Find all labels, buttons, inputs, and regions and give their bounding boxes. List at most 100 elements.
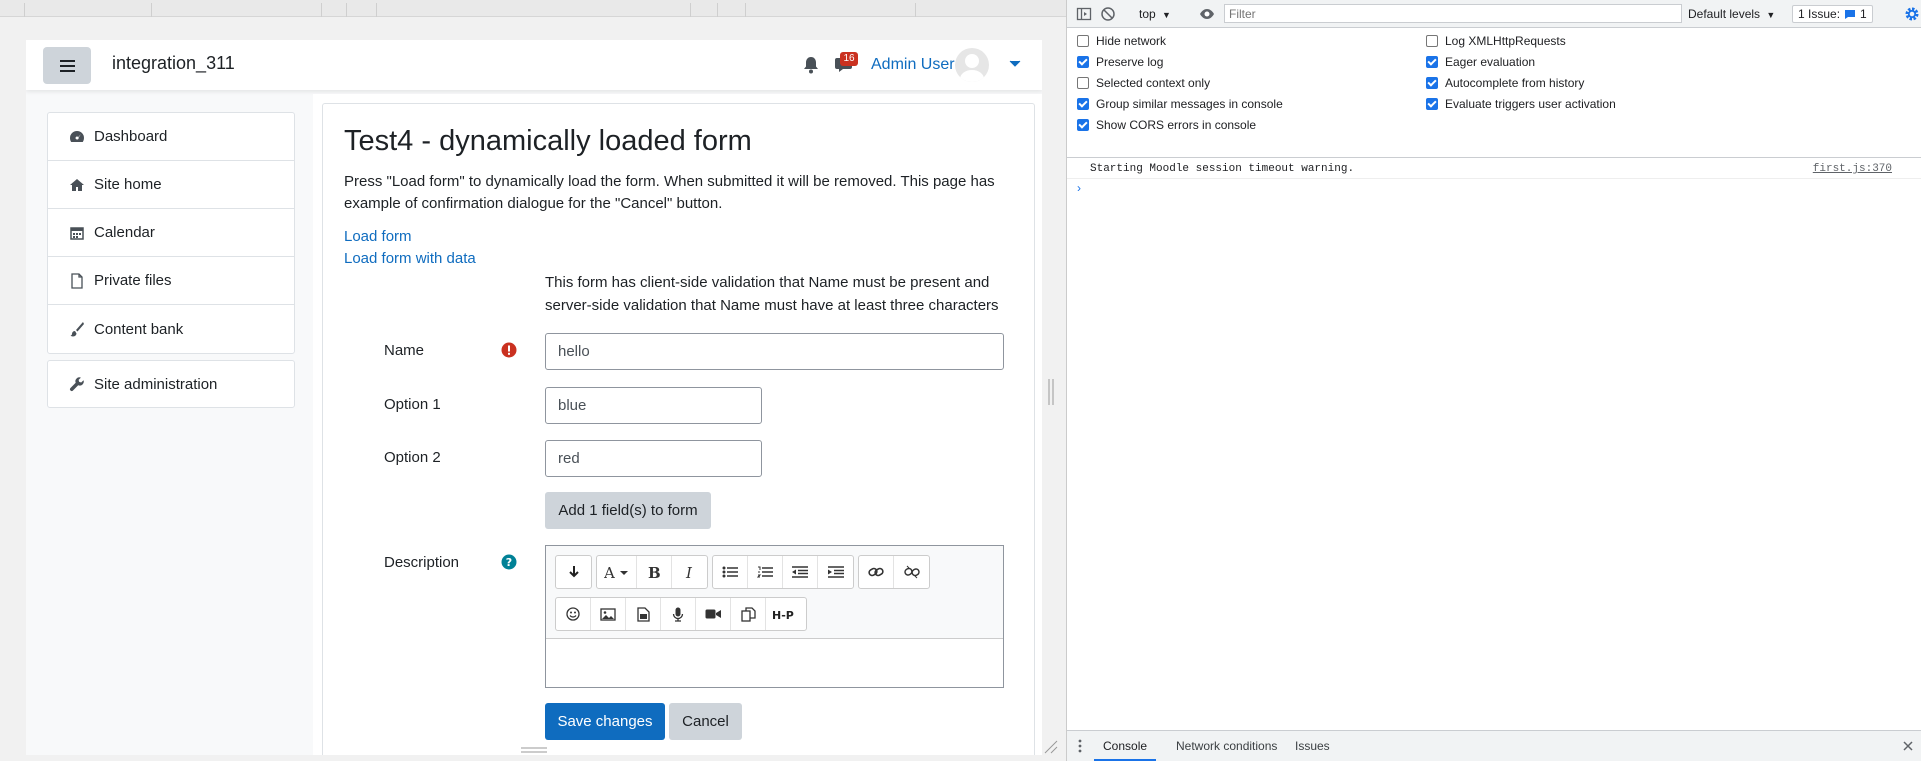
load-form-link[interactable]: Load form [344,228,412,245]
option2-input[interactable] [545,440,762,477]
navbar: integration_311 16 Admin User [26,40,1042,90]
checkbox-checked-icon[interactable] [1426,98,1438,110]
console-prompt[interactable]: › [1077,181,1081,195]
tab-console[interactable]: Console [1094,731,1157,761]
nav-item-site-home[interactable]: Site home [48,161,294,209]
region-main: Test4 - dynamically loaded form Press "L… [322,103,1035,755]
setting-evaluate-triggers[interactable]: Evaluate triggers user activation [1426,95,1616,113]
clear-console-icon[interactable] [1100,6,1116,22]
setting-hide-network[interactable]: Hide network [1077,32,1166,50]
wrench-icon [69,377,84,392]
manage-files-button[interactable] [731,598,766,630]
nav-item-private-files[interactable]: Private files [48,257,294,305]
checkbox-checked-icon[interactable] [1426,56,1438,68]
toolbar-group [712,555,854,589]
option1-input[interactable] [545,387,762,424]
dropdown-arrow-icon: ▼ [1766,10,1776,20]
bell-icon[interactable] [800,54,822,76]
nav-group-admin: Site administration [47,360,295,408]
checkbox-checked-icon[interactable] [1077,119,1089,131]
context-selector[interactable]: top ▼ [1139,7,1171,21]
gear-icon[interactable] [1904,6,1920,22]
nav-item-dashboard[interactable]: Dashboard [48,113,294,161]
corner-resize-icon[interactable] [1044,740,1058,754]
setting-autocomplete[interactable]: Autocomplete from history [1426,74,1584,92]
file-icon [71,272,83,289]
tab-network-conditions[interactable]: Network conditions [1167,731,1286,761]
checkbox-checked-icon[interactable] [1077,56,1089,68]
record-video-button[interactable] [696,598,731,630]
user-menu-name[interactable]: Admin User [871,56,955,74]
nav-item-label: Private files [94,272,172,289]
setting-group-similar[interactable]: Group similar messages in console [1077,95,1283,113]
checkbox-icon[interactable] [1077,35,1089,47]
media-file-button[interactable] [626,598,661,630]
chevron-down-icon[interactable] [1009,60,1021,68]
indent-button[interactable] [818,556,853,588]
splitter-grip-icon[interactable] [1048,379,1054,405]
name-input[interactable] [545,333,1004,370]
page-title: Test4 - dynamically loaded form [344,125,752,157]
editor-content-area[interactable] [546,638,1003,687]
drawer-toggle-button[interactable] [43,47,91,84]
nav-item-site-administration[interactable]: Site administration [48,361,294,407]
issues-button[interactable]: 1 Issue: 1 [1792,5,1873,23]
help-icon[interactable]: ? [501,554,517,570]
log-levels-dropdown[interactable]: Default levels ▼ [1688,7,1775,21]
font-style-button[interactable]: A [597,556,637,588]
description-editor: A B I H-P [545,545,1004,688]
load-form-with-data-link[interactable]: Load form with data [344,250,476,267]
checkbox-icon[interactable] [1077,77,1089,89]
save-button[interactable]: Save changes [545,703,665,740]
page-intro: Press "Load form" to dynamically load th… [344,173,995,212]
setting-log-xhr[interactable]: Log XMLHttpRequests [1426,32,1566,50]
paintbrush-icon [70,322,84,337]
bullet-list-button[interactable] [713,556,748,588]
outdent-button[interactable] [783,556,818,588]
unlink-button[interactable] [894,556,929,588]
toolbar-group: H-P [555,597,807,631]
console-source-link[interactable]: first.js:370 [1813,163,1892,175]
emoji-icon [566,607,580,621]
avatar[interactable] [955,48,989,82]
italic-button[interactable]: I [672,556,707,588]
image-button[interactable] [591,598,626,630]
setting-eager-evaluation[interactable]: Eager evaluation [1426,53,1535,71]
resize-handle-icon[interactable] [521,747,547,753]
setting-cors-errors[interactable]: Show CORS errors in console [1077,116,1256,134]
add-field-button[interactable]: Add 1 field(s) to form [545,492,711,529]
sidebar-toggle-icon[interactable] [1076,6,1092,22]
setting-preserve-log[interactable]: Preserve log [1077,53,1163,71]
cancel-button[interactable]: Cancel [669,703,742,740]
nav-drawer: Dashboard Site home Calendar Private fil… [47,112,295,414]
description-label: Description [384,554,460,571]
checkbox-checked-icon[interactable] [1426,77,1438,89]
console-filter-input[interactable] [1224,4,1682,23]
setting-selected-context[interactable]: Selected context only [1077,74,1210,92]
tab-issues[interactable]: Issues [1286,731,1339,761]
more-vertical-icon[interactable] [1078,739,1082,753]
checkbox-checked-icon[interactable] [1077,98,1089,110]
svg-text:A: A [604,565,615,579]
nav-item-content-bank[interactable]: Content bank [48,305,294,353]
eye-icon[interactable] [1199,6,1215,22]
numbered-list-button[interactable] [748,556,783,588]
emoji-button[interactable] [556,598,591,630]
h5p-button[interactable]: H-P [766,598,806,630]
link-icon [868,567,884,577]
link-button[interactable] [859,556,894,588]
record-audio-button[interactable] [661,598,696,630]
svg-text:H-P: H-P [772,609,794,620]
setting-label: Autocomplete from history [1445,76,1585,90]
collapse-toolbar-button[interactable] [556,556,591,588]
checkbox-icon[interactable] [1426,35,1438,47]
site-name[interactable]: integration_311 [112,53,235,74]
indent-icon [827,566,844,578]
nav-item-calendar[interactable]: Calendar [48,209,294,257]
option1-label: Option 1 [384,396,441,413]
close-icon[interactable] [1902,740,1914,752]
message-count-badge: 16 [840,52,858,66]
devtools-panel: top ▼ Default levels ▼ 1 Issue: 1 Hide n… [1067,0,1921,761]
bold-button[interactable]: B [637,556,672,588]
svg-text:B: B [648,565,660,579]
